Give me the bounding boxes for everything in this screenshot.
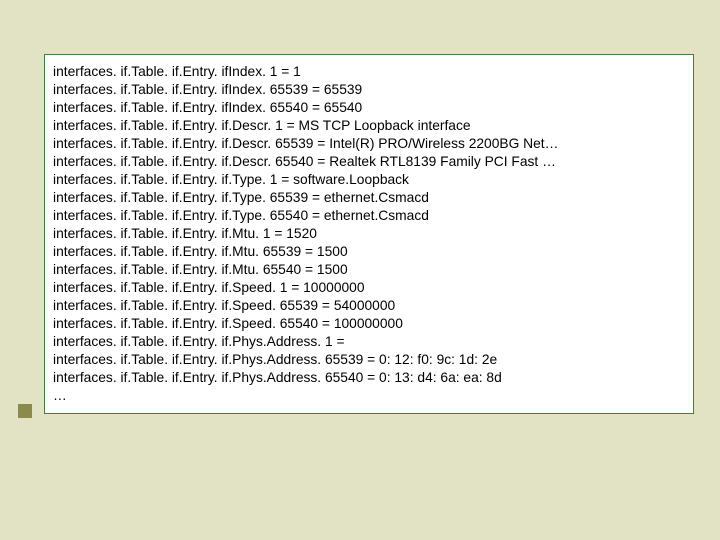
snmp-line: interfaces. if.Table. if.Entry. ifIndex.…: [53, 99, 685, 117]
snmp-line: interfaces. if.Table. if.Entry. ifIndex.…: [53, 63, 685, 81]
snmp-line: interfaces. if.Table. if.Entry. if.Mtu. …: [53, 225, 685, 243]
snmp-line: interfaces. if.Table. if.Entry. if.Speed…: [53, 279, 685, 297]
slide: interfaces. if.Table. if.Entry. ifIndex.…: [0, 0, 720, 540]
snmp-line: interfaces. if.Table. if.Entry. if.Mtu. …: [53, 261, 685, 279]
snmp-line: interfaces. if.Table. if.Entry. if.Phys.…: [53, 333, 685, 351]
snmp-line: interfaces. if.Table. if.Entry. if.Speed…: [53, 297, 685, 315]
snmp-line: interfaces. if.Table. if.Entry. if.Descr…: [53, 153, 685, 171]
snmp-line: interfaces. if.Table. if.Entry. ifIndex.…: [53, 81, 685, 99]
snmp-line: interfaces. if.Table. if.Entry. if.Mtu. …: [53, 243, 685, 261]
snmp-line: interfaces. if.Table. if.Entry. if.Descr…: [53, 135, 685, 153]
snmp-line: interfaces. if.Table. if.Entry. if.Type.…: [53, 189, 685, 207]
snmp-line: interfaces. if.Table. if.Entry. if.Speed…: [53, 315, 685, 333]
snmp-line: interfaces. if.Table. if.Entry. if.Phys.…: [53, 369, 685, 387]
bullet-square: [18, 404, 32, 418]
snmp-line: …: [53, 387, 685, 405]
snmp-line: interfaces. if.Table. if.Entry. if.Phys.…: [53, 351, 685, 369]
snmp-line: interfaces. if.Table. if.Entry. if.Type.…: [53, 207, 685, 225]
snmp-line: interfaces. if.Table. if.Entry. if.Type.…: [53, 171, 685, 189]
snmp-line: interfaces. if.Table. if.Entry. if.Descr…: [53, 117, 685, 135]
content-box: interfaces. if.Table. if.Entry. ifIndex.…: [44, 54, 694, 414]
